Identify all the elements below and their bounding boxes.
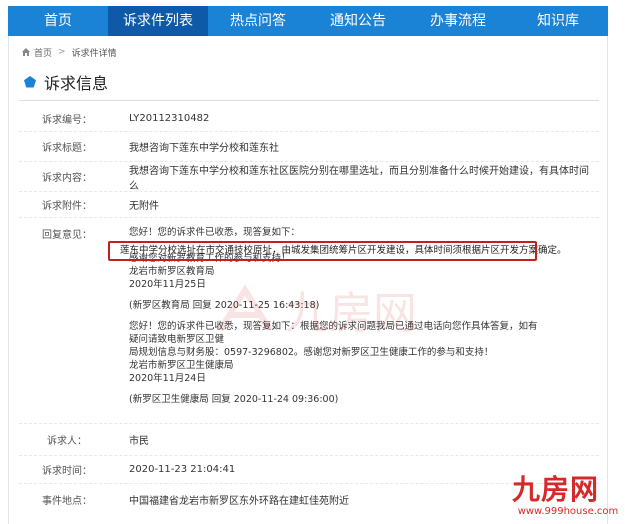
field-label: 诉求标题：	[42, 143, 92, 154]
reply-signature: (新罗区卫生健康局 回复 2020-11-24 09:36:00)	[129, 394, 339, 405]
field-label: 诉求内容：	[42, 173, 92, 184]
breadcrumb-home-link[interactable]: 首页	[34, 46, 52, 59]
field-label: 事件地点：	[42, 495, 92, 507]
field-value: LY20112310482	[129, 113, 210, 124]
field-value: 我想咨询下莲东中学分校和莲东社区医院分别在哪里选址，而且分别准备什么时候开始建设…	[129, 165, 589, 192]
annotation-box	[108, 241, 537, 261]
pentagon-icon	[24, 76, 36, 88]
field-label: 诉求时间：	[42, 466, 92, 477]
row-number: 诉求编号： LY20112310482	[19, 106, 599, 132]
nav-item-home[interactable]: 首页	[8, 6, 108, 36]
row-person: 诉求人： 市民	[19, 424, 599, 456]
field-label: 诉求人：	[47, 436, 87, 447]
nav-item-notices[interactable]: 通知公告	[308, 6, 408, 36]
breadcrumb: 首页 > 诉求件详情	[21, 44, 117, 60]
section-divider	[19, 100, 599, 101]
field-value: 我想咨询下莲东中学分校和莲东社	[129, 143, 279, 154]
home-icon	[22, 48, 30, 56]
nav-item-hot-qa[interactable]: 热点问答	[208, 6, 308, 36]
field-label: 回复意见：	[42, 230, 92, 241]
breadcrumb-separator-icon: >	[58, 47, 66, 57]
row-content: 诉求内容： 我想咨询下莲东中学分校和莲东社区医院分别在哪里选址，而且分别准备什么…	[19, 162, 599, 192]
section-title: 诉求信息	[44, 74, 109, 93]
field-value: 无附件	[129, 201, 159, 212]
watermark-logo: 九房网 www.999house.com	[512, 474, 624, 524]
field-value: 市民	[129, 436, 149, 447]
nav-item-procedures[interactable]: 办事流程	[408, 6, 508, 36]
nav-item-knowledge-base[interactable]: 知识库	[508, 6, 608, 36]
field-label: 诉求附件：	[42, 201, 92, 212]
reply-org: 龙岩市新罗区卫生健康局	[129, 360, 234, 371]
watermark-logo-icon: 九房网	[217, 284, 417, 339]
nav-item-petition-list[interactable]: 诉求件列表	[108, 6, 208, 36]
row-title: 诉求标题： 我想咨询下莲东中学分校和莲东社	[19, 132, 599, 162]
field-label: 诉求编号：	[42, 115, 92, 126]
watermark-url: www.999house.com	[517, 506, 619, 517]
row-attachment: 诉求附件： 无附件	[19, 192, 599, 218]
main-nav: 首页 诉求件列表 热点问答 通知公告 办事流程 知识库	[8, 6, 608, 36]
section-heading: 诉求信息	[23, 70, 108, 94]
breadcrumb-current: 诉求件详情	[71, 48, 117, 59]
reply-date: 2020年11月24日	[129, 373, 206, 384]
watermark-center-text: 九房网	[285, 288, 417, 339]
watermark-logo-text: 九房网	[512, 473, 600, 506]
reply-text: 您好！您的诉求件已收悉，现答复如下：	[129, 227, 301, 238]
